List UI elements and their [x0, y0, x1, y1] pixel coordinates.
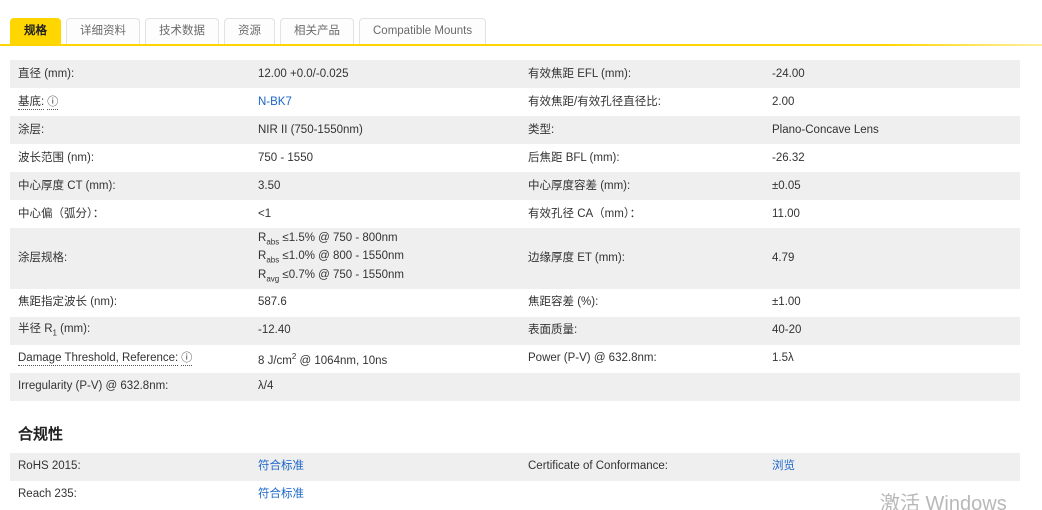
- spec-value: 3.50: [258, 179, 281, 192]
- spec-value: NIR II (750-1550nm): [258, 123, 363, 136]
- spec-label: 半径 R1 (mm):: [18, 322, 91, 338]
- compliance-label: [520, 492, 764, 498]
- tab-规格[interactable]: 规格: [10, 18, 61, 44]
- compliance-table: RoHS 2015: 符合标准 Certificate of Conformance…: [10, 452, 1020, 509]
- spec-label: 有效孔径 CA（mm）：: [528, 207, 642, 220]
- compliance-label: Certificate of Conformance:: [528, 460, 668, 473]
- spec-label: 后焦距 BFL (mm):: [528, 151, 620, 164]
- spec-value: -26.32: [772, 151, 805, 164]
- spec-label: 焦距指定波长 (nm):: [18, 296, 118, 309]
- spec-value-link[interactable]: N-BK7: [258, 92, 520, 113]
- spec-label: 中心厚度 CT (mm):: [18, 179, 116, 192]
- spec-label: 类型:: [528, 123, 555, 136]
- spec-label: 涂层:: [18, 123, 45, 136]
- spec-row: 中心厚度 CT (mm): 3.50 中心厚度容差 (mm): ±0.05: [10, 172, 1020, 200]
- tab-详细资料[interactable]: 详细资料: [66, 18, 140, 44]
- compliance-heading: 合规性: [18, 425, 64, 443]
- info-icon[interactable]: ⓘ: [181, 353, 193, 367]
- spec-value: 11.00: [772, 207, 800, 220]
- tab-accent-underline: [0, 44, 1042, 46]
- spec-row: 半径 R1 (mm): -12.40 表面质量: 40-20: [10, 316, 1020, 345]
- spec-value: λ/4: [258, 380, 274, 393]
- spec-value: ±0.05: [772, 179, 801, 192]
- spec-row: 焦距指定波长 (nm): 587.6 焦距容差 (%): ±1.00: [10, 289, 1020, 317]
- spec-value: 8 J/cm2 @ 1064nm, 10ns: [258, 351, 388, 367]
- spec-value: <1: [258, 207, 272, 220]
- spec-label: 有效焦距 EFL (mm):: [528, 67, 632, 80]
- spec-label: 焦距容差 (%):: [528, 296, 599, 309]
- windows-activation-watermark: 激活 Windows: [880, 493, 1007, 510]
- spec-label: 中心偏（弧分）：: [18, 207, 105, 220]
- spec-value: ±1.00: [772, 296, 801, 309]
- spec-value: -12.40: [258, 324, 291, 337]
- spec-value: Rabs ≤1.5% @ 750 - 800nm Rabs ≤1.0% @ 800…: [258, 232, 404, 283]
- spec-row: 涂层: NIR II (750-1550nm) 类型: Plano-Concave L…: [10, 116, 1020, 144]
- tab-技术数据[interactable]: 技术数据: [145, 18, 219, 44]
- compliance-row: RoHS 2015: 符合标准 Certificate of Conformance…: [10, 452, 1020, 481]
- tab-Compatible Mounts[interactable]: Compatible Mounts: [359, 18, 487, 44]
- spec-label: 表面质量:: [528, 324, 578, 337]
- spec-value: 1.5λ: [772, 352, 794, 365]
- spec-value: 12.00 +0.0/-0.025: [258, 67, 349, 80]
- spec-value: 4.79: [772, 251, 795, 264]
- spec-label: Irregularity (P-V) @ 632.8nm:: [18, 380, 169, 393]
- spec-label: 直径 (mm):: [18, 67, 75, 80]
- compliance-value-link[interactable]: 符合标准: [258, 484, 520, 505]
- compliance-row: Reach 235: 符合标准: [10, 481, 1020, 509]
- spec-value: -24.00: [772, 67, 805, 80]
- spec-row: 中心偏（弧分）： <1 有效孔径 CA（mm）： 11.00: [10, 200, 1020, 228]
- spec-value: 750 - 1550: [258, 151, 313, 164]
- spec-row: Irregularity (P-V) @ 632.8nm: λ/4: [10, 372, 1020, 401]
- spec-label: Power (P-V) @ 632.8nm:: [528, 352, 657, 365]
- spec-value: [764, 384, 1020, 390]
- spec-label: [520, 384, 764, 390]
- spec-label: 中心厚度容差 (mm):: [528, 179, 631, 192]
- spec-label: 有效焦距/有效孔径直径比:: [528, 95, 661, 108]
- spec-page: 规格 详细资料 技术数据 资源 相关产品 Compatible Mounts 直径 (mm…: [0, 0, 1042, 510]
- spec-label: 波长范围 (nm):: [18, 151, 95, 164]
- spec-label: 基底: ⓘ: [18, 95, 59, 110]
- tab-bar: 规格 详细资料 技术数据 资源 相关产品 Compatible Mounts: [0, 0, 1042, 46]
- spec-label: 边缘厚度 ET (mm):: [528, 251, 625, 264]
- spec-table: 直径 (mm): 12.00 +0.0/-0.025 有效焦距 EFL (mm): -…: [10, 60, 1020, 401]
- spec-row: 涂层规格: Rabs ≤1.5% @ 750 - 800nm Rabs ≤1.0% …: [10, 228, 1020, 289]
- spec-row: 基底: ⓘ N-BK7 有效焦距/有效孔径直径比: 2.00: [10, 88, 1020, 116]
- tab-相关产品[interactable]: 相关产品: [280, 18, 354, 44]
- tab-list: 规格 详细资料 技术数据 资源 相关产品 Compatible Mounts: [10, 18, 1042, 44]
- spec-value: 587.6: [258, 296, 287, 309]
- spec-label: Damage Threshold, Reference: ⓘ: [18, 352, 193, 367]
- compliance-value-link[interactable]: 浏览: [764, 456, 1020, 477]
- spec-value: Plano-Concave Lens: [772, 123, 879, 136]
- spec-value: 40-20: [772, 324, 802, 337]
- spec-label: 涂层规格:: [18, 251, 68, 264]
- compliance-label: RoHS 2015:: [18, 460, 81, 473]
- tab-资源[interactable]: 资源: [224, 18, 275, 44]
- spec-row: Damage Threshold, Reference: ⓘ 8 J/cm2 @ 1…: [10, 345, 1020, 373]
- spec-value: 2.00: [772, 95, 795, 108]
- compliance-label: Reach 235:: [18, 488, 77, 501]
- spec-row: 直径 (mm): 12.00 +0.0/-0.025 有效焦距 EFL (mm): -…: [10, 60, 1020, 88]
- spec-row: 波长范围 (nm): 750 - 1550 后焦距 BFL (mm): -26.32: [10, 144, 1020, 172]
- info-icon[interactable]: ⓘ: [47, 96, 59, 110]
- compliance-value-link[interactable]: 符合标准: [258, 456, 520, 477]
